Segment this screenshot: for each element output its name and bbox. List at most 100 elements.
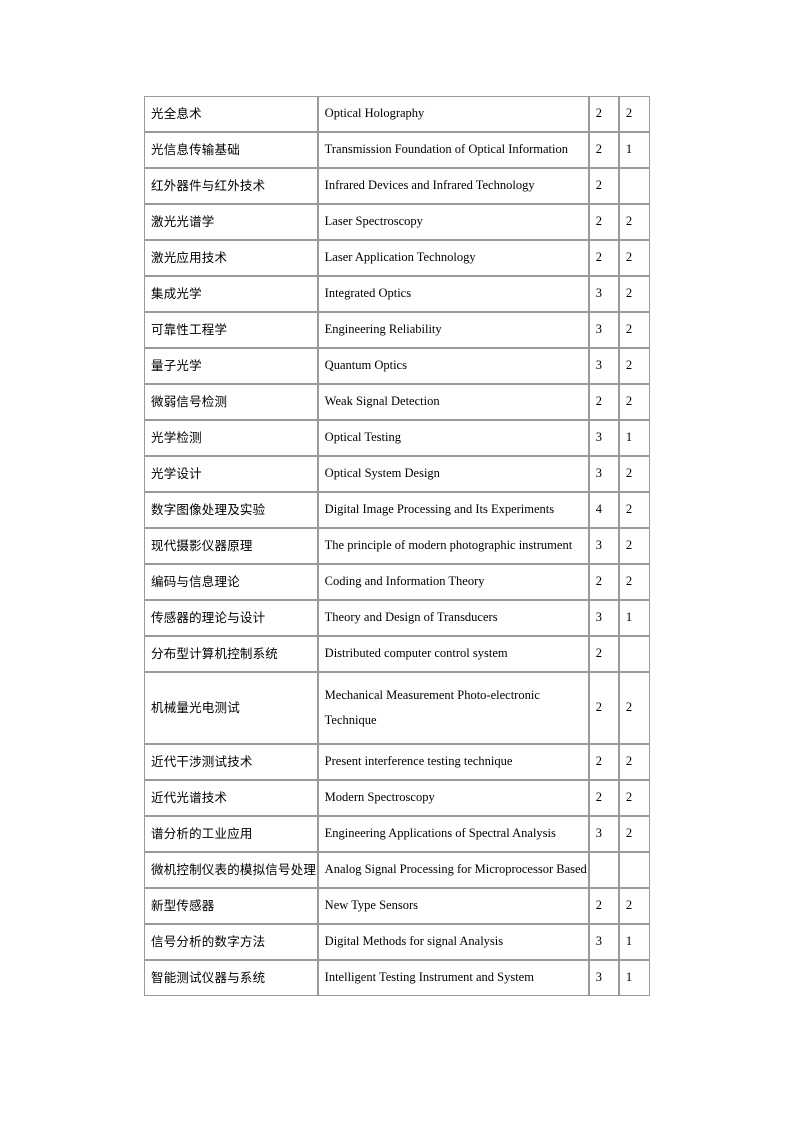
- course-credits: 2: [588, 636, 619, 672]
- course-name-cn: 近代干涉测试技术: [144, 744, 318, 780]
- table-row: 微弱信号检测 Weak Signal Detection 2 2: [144, 384, 650, 420]
- course-hours: 2: [618, 384, 650, 420]
- course-hours: 2: [618, 564, 650, 600]
- table-row: 近代干涉测试技术 Present interference testing tec…: [144, 744, 650, 780]
- table-row: 可靠性工程学 Engineering Reliability 3 2: [144, 312, 650, 348]
- course-name-cn: 分布型计算机控制系统: [144, 636, 318, 672]
- course-hours: 2: [618, 816, 650, 852]
- course-name-en: Optical Holography: [317, 96, 589, 132]
- course-name-cn: 光学设计: [144, 456, 318, 492]
- course-name-en: Theory and Design of Transducers: [317, 600, 589, 636]
- course-credits: 2: [588, 780, 619, 816]
- course-credits: 3: [588, 456, 619, 492]
- course-name-en: Digital Image Processing and Its Experim…: [317, 492, 589, 528]
- table-row: 近代光谱技术 Modern Spectroscopy 2 2: [144, 780, 650, 816]
- course-name-en: Engineering Reliability: [317, 312, 589, 348]
- course-hours: 2: [618, 888, 650, 924]
- course-name-cn: 数字图像处理及实验: [144, 492, 318, 528]
- course-credits: 2: [588, 204, 619, 240]
- course-name-cn: 编码与信息理论: [144, 564, 318, 600]
- course-name-cn: 量子光学: [144, 348, 318, 384]
- table-row: 集成光学 Integrated Optics 3 2: [144, 276, 650, 312]
- course-name-en: Digital Methods for signal Analysis: [317, 924, 589, 960]
- course-name-en: Analog Signal Processing for Microproces…: [317, 852, 589, 888]
- course-hours: 1: [618, 924, 650, 960]
- course-hours: 2: [618, 348, 650, 384]
- course-name-cn: 信号分析的数字方法: [144, 924, 318, 960]
- table-row: 激光应用技术 Laser Application Technology 2 2: [144, 240, 650, 276]
- course-name-en: Distributed computer control system: [317, 636, 589, 672]
- course-credits: 2: [588, 240, 619, 276]
- course-name-en-line-2: Technique: [324, 713, 377, 727]
- course-name-en: Integrated Optics: [317, 276, 589, 312]
- course-credits: 2: [588, 744, 619, 780]
- course-name-en: Weak Signal Detection: [317, 384, 589, 420]
- course-credits: 2: [588, 672, 619, 744]
- course-name-cn: 光全息术: [144, 96, 318, 132]
- course-name-en: Quantum Optics: [317, 348, 589, 384]
- course-hours: [618, 168, 650, 204]
- course-name-cn: 谱分析的工业应用: [144, 816, 318, 852]
- course-name-en: Infrared Devices and Infrared Technology: [317, 168, 589, 204]
- course-name-cn: 机械量光电测试: [144, 672, 318, 744]
- table-row: 分布型计算机控制系统 Distributed computer control s…: [144, 636, 650, 672]
- course-name-en: Transmission Foundation of Optical Infor…: [317, 132, 589, 168]
- table-row: 光学检测 Optical Testing 3 1: [144, 420, 650, 456]
- course-hours: 2: [618, 528, 650, 564]
- course-name-cn: 现代摄影仪器原理: [144, 528, 318, 564]
- table-row: 传感器的理论与设计 Theory and Design of Transducer…: [144, 600, 650, 636]
- table-row: 现代摄影仪器原理 The principle of modern photogra…: [144, 528, 650, 564]
- course-name-cn: 可靠性工程学: [144, 312, 318, 348]
- course-name-cn: 光信息传输基础: [144, 132, 318, 168]
- table-row: 信号分析的数字方法 Digital Methods for signal Anal…: [144, 924, 650, 960]
- course-credits: [588, 852, 619, 888]
- course-name-cn: 红外器件与红外技术: [144, 168, 318, 204]
- table-row: 量子光学 Quantum Optics 3 2: [144, 348, 650, 384]
- course-credits: 3: [588, 312, 619, 348]
- course-credits: 3: [588, 348, 619, 384]
- course-name-en: The principle of modern photographic ins…: [317, 528, 589, 564]
- course-name-en-line-1: Mechanical Measurement Photo-electronic: [324, 688, 540, 702]
- table-row: 光学设计 Optical System Design 3 2: [144, 456, 650, 492]
- course-hours: 1: [618, 600, 650, 636]
- course-name-en: Mechanical Measurement Photo-electronic T…: [317, 672, 589, 744]
- course-hours: [618, 852, 650, 888]
- course-credits: 4: [588, 492, 619, 528]
- table-row: 智能测试仪器与系统 Intelligent Testing Instrument …: [144, 960, 650, 996]
- course-name-cn: 微机控制仪表的模拟信号处理: [144, 852, 318, 888]
- course-name-cn: 传感器的理论与设计: [144, 600, 318, 636]
- course-table: 光全息术 Optical Holography 2 2 光信息传输基础 Transmiss…: [144, 96, 650, 996]
- course-name-en: Engineering Applications of Spectral Ana…: [317, 816, 589, 852]
- course-credits: 2: [588, 132, 619, 168]
- table-row: 激光光谱学 Laser Spectroscopy 2 2: [144, 204, 650, 240]
- course-name-en: Laser Spectroscopy: [317, 204, 589, 240]
- course-hours: 1: [618, 960, 650, 996]
- course-credits: 2: [588, 888, 619, 924]
- course-credits: 3: [588, 528, 619, 564]
- course-name-en: Laser Application Technology: [317, 240, 589, 276]
- course-credits: 3: [588, 924, 619, 960]
- course-name-cn: 微弱信号检测: [144, 384, 318, 420]
- course-hours: 2: [618, 312, 650, 348]
- course-name-cn: 近代光谱技术: [144, 780, 318, 816]
- course-name-cn: 新型传感器: [144, 888, 318, 924]
- course-name-en: Optical System Design: [317, 456, 589, 492]
- course-hours: 1: [618, 420, 650, 456]
- course-hours: 2: [618, 96, 650, 132]
- course-hours: 2: [618, 492, 650, 528]
- course-credits: 3: [588, 276, 619, 312]
- course-name-en: New Type Sensors: [317, 888, 589, 924]
- course-credits: 2: [588, 96, 619, 132]
- course-hours: 2: [618, 780, 650, 816]
- course-hours: 2: [618, 276, 650, 312]
- course-credits: 3: [588, 600, 619, 636]
- course-name-cn: 光学检测: [144, 420, 318, 456]
- course-hours: 2: [618, 744, 650, 780]
- table-row: 机械量光电测试 Mechanical Measurement Photo-elec…: [144, 672, 650, 744]
- table-row: 数字图像处理及实验 Digital Image Processing and It…: [144, 492, 650, 528]
- table-row: 编码与信息理论 Coding and Information Theory 2 2: [144, 564, 650, 600]
- document-page: 光全息术 Optical Holography 2 2 光信息传输基础 Transmiss…: [0, 0, 794, 1123]
- course-hours: [618, 636, 650, 672]
- course-name-cn: 集成光学: [144, 276, 318, 312]
- course-hours: 1: [618, 132, 650, 168]
